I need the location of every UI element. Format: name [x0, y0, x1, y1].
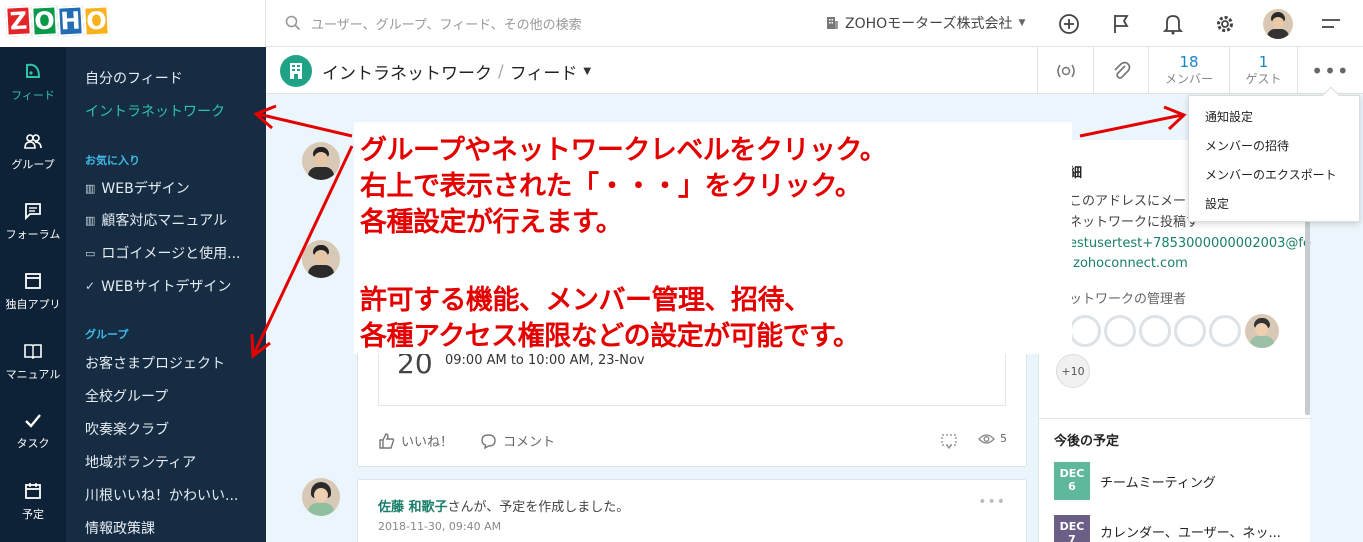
arrow-to-intranet: [257, 112, 353, 138]
arrow-to-groups: [252, 145, 354, 355]
arrow-to-menu: [1079, 113, 1183, 138]
app-root: Z O H O ユーザー、グループ、フィード、その他の検索 ZOHOモーターズ株…: [0, 0, 1363, 542]
annotation-arrows: [250, 104, 1187, 359]
